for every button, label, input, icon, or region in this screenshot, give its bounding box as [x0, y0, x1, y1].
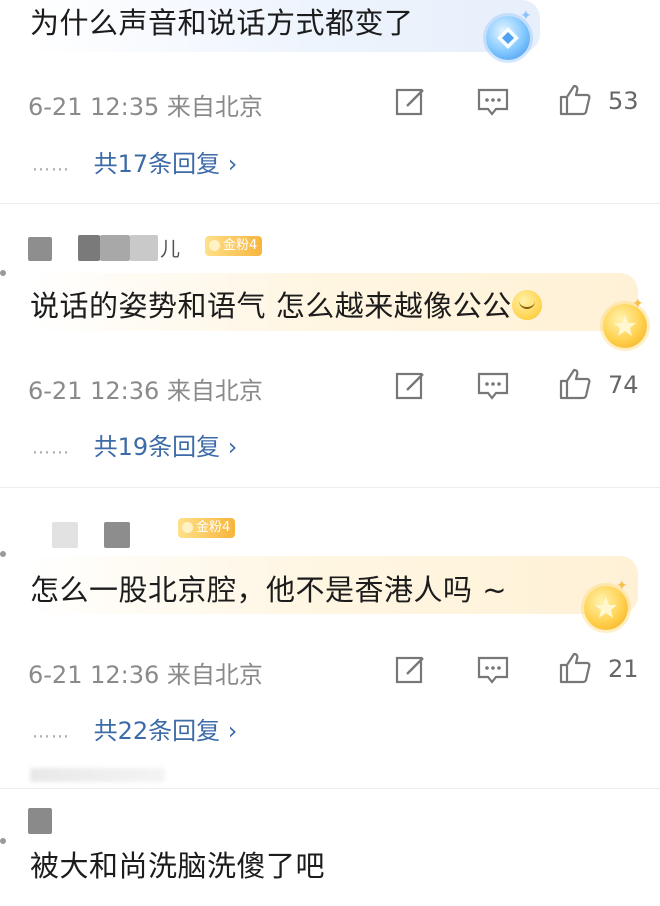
divider	[0, 788, 660, 789]
edit-square-icon[interactable]	[394, 85, 428, 119]
comment-4-text: 被大和尚洗脑洗傻了吧	[30, 849, 326, 883]
drooling-face-emoji	[511, 290, 542, 320]
blurred-strip	[30, 768, 165, 782]
comment-2-text: 说话的姿势和语气 怎么越来越像公公	[30, 283, 542, 325]
avatar[interactable]	[0, 270, 6, 276]
comment-bubble-icon[interactable]	[476, 369, 510, 403]
comment-3-text: 怎么一股北京腔，他不是香港人吗 ~	[30, 573, 508, 607]
reply-row[interactable]: …… 共22条回复 ›	[32, 711, 237, 746]
username-blurred[interactable]	[52, 522, 78, 548]
username-blurred[interactable]	[78, 235, 100, 261]
avatar[interactable]	[0, 551, 6, 557]
username[interactable]: 儿	[160, 233, 180, 262]
username-blurred[interactable]	[130, 235, 158, 261]
comment-bubble-icon[interactable]	[476, 85, 510, 119]
view-replies-link[interactable]: 共19条回复 ›	[94, 433, 238, 461]
comment-bubble-icon[interactable]	[476, 653, 510, 687]
comment-3-meta: 6-21 12:36 来自北京	[28, 661, 263, 689]
username-blurred[interactable]	[28, 237, 52, 261]
comment-1-meta: 6-21 12:35 来自北京	[28, 93, 263, 121]
reply-dots: ……	[32, 154, 70, 176]
reply-dots: ……	[32, 437, 70, 459]
fan-level-badge: 金粉4	[205, 236, 263, 256]
sparkle-icon: ✦	[616, 578, 628, 594]
thumbs-up-icon[interactable]	[558, 367, 592, 401]
thumbs-up-icon[interactable]	[558, 651, 592, 685]
sparkle-icon: ✦	[520, 8, 532, 24]
thumbs-up-icon[interactable]	[558, 83, 592, 117]
view-replies-link[interactable]: 共22条回复 ›	[94, 717, 238, 745]
sparkle-icon: ✦	[632, 296, 644, 312]
avatar[interactable]	[0, 838, 6, 844]
comment-2-meta: 6-21 12:36 来自北京	[28, 377, 263, 405]
edit-square-icon[interactable]	[394, 369, 428, 403]
comment-1-text: 为什么声音和说话方式都变了	[30, 6, 414, 40]
reply-row[interactable]: …… 共17条回复 ›	[32, 144, 237, 179]
username-blurred[interactable]	[100, 235, 130, 261]
divider	[0, 487, 660, 488]
fan-level-badge: 金粉4	[178, 518, 236, 538]
like-count: 74	[608, 371, 639, 399]
reply-dots: ……	[32, 721, 70, 743]
view-replies-link[interactable]: 共17条回复 ›	[94, 150, 238, 178]
like-count: 53	[608, 87, 639, 115]
edit-square-icon[interactable]	[394, 653, 428, 687]
reply-row[interactable]: …… 共19条回复 ›	[32, 427, 237, 462]
like-count: 21	[608, 655, 639, 683]
divider	[0, 203, 660, 204]
username-blurred[interactable]	[104, 522, 130, 548]
username-blurred[interactable]	[28, 808, 52, 834]
